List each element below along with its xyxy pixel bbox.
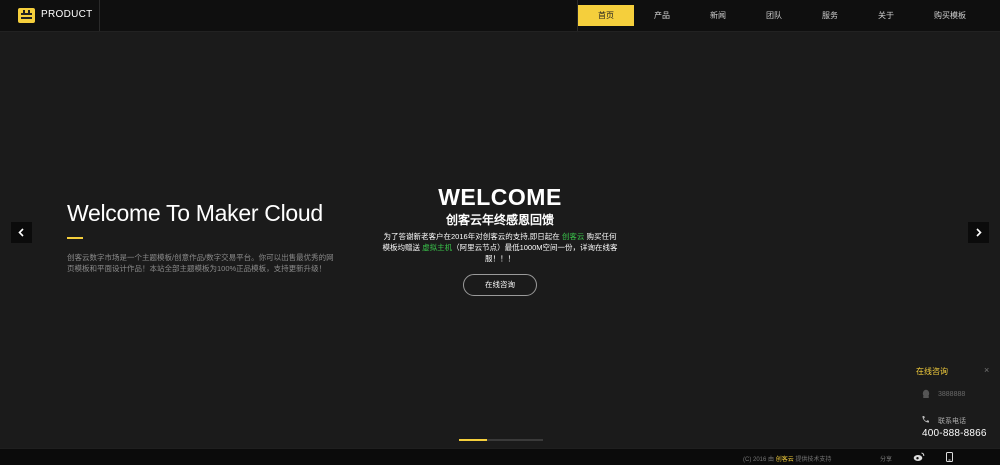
copyright-suffix: 提供技术支持 <box>795 457 832 463</box>
panel-title: 在线咨询 <box>916 367 948 376</box>
promo-text: 为了答谢新老客户在2016年对创客云的支持,即日起在 创客云 购买任何模板均赠送… <box>380 231 620 264</box>
hero-left-title: Welcome To Maker Cloud <box>67 200 323 226</box>
weibo-icon[interactable] <box>913 452 925 462</box>
box-logo-icon <box>18 8 35 23</box>
consult-button[interactable]: 在线咨询 <box>463 274 537 296</box>
nav-item-products[interactable]: 产品 <box>634 0 690 31</box>
chevron-left-icon <box>18 228 24 237</box>
slider-pagination <box>459 439 543 441</box>
hero-left-description: 创客云数字市场是一个主题模板/创意作品/数字交易平台。你可以出售最优秀的网页模板… <box>67 253 334 273</box>
copyright-prefix: (C) 2016 由 <box>743 457 775 463</box>
phone-label: 联系电话 <box>938 418 966 425</box>
brand-name: PRODUCT <box>41 9 93 20</box>
slide-dot[interactable] <box>459 439 487 441</box>
qq-number[interactable]: 3888888 <box>938 391 965 398</box>
slide-dot[interactable] <box>515 439 543 441</box>
promo-text-part: 为了答谢新老客户在2016年对创客云的支持,即日起在 <box>383 232 560 241</box>
top-navbar: PRODUCT 首页 产品 新闻 团队 服务 关于 购买模板 <box>0 0 1000 32</box>
phone-number: 400-888-8866 <box>922 428 987 439</box>
mobile-icon[interactable] <box>946 452 953 462</box>
brand[interactable]: PRODUCT <box>0 0 100 31</box>
promo-text-part: （阿里云节点）最低1000M空间一份，详询在线客服！！！ <box>452 243 618 263</box>
footer-copyright: (C) 2016 由 创客云 提供技术支持 <box>743 454 831 463</box>
accent-divider <box>67 237 83 239</box>
footer: (C) 2016 由 创客云 提供技术支持 分享 <box>0 448 1000 465</box>
qq-icon[interactable] <box>921 389 931 399</box>
close-icon[interactable]: × <box>984 365 989 375</box>
online-consult-panel: 在线咨询 × 3888888 联系电话 400-888-8866 <box>904 356 1000 448</box>
nav-item-news[interactable]: 新闻 <box>690 0 746 31</box>
promo-highlight-host[interactable]: 虚拟主机 <box>422 243 452 252</box>
panel-header: 在线咨询 × <box>904 356 1000 382</box>
welcome-heading: WELCOME <box>438 184 562 210</box>
slider-prev-button[interactable] <box>11 222 32 243</box>
nav-item-home[interactable]: 首页 <box>578 5 634 26</box>
nav-item-services[interactable]: 服务 <box>802 0 858 31</box>
nav-item-team[interactable]: 团队 <box>746 0 802 31</box>
main-nav: 首页 产品 新闻 团队 服务 关于 购买模板 <box>577 0 986 31</box>
share-label: 分享 <box>880 457 893 463</box>
footer-brand-link[interactable]: 创客云 <box>776 457 794 463</box>
promo-highlight-brand[interactable]: 创客云 <box>562 232 585 241</box>
nav-item-buy-template[interactable]: 购买模板 <box>914 0 986 31</box>
promo-subtitle: 创客云年终感恩回馈 <box>445 213 554 227</box>
phone-icon <box>922 416 929 423</box>
nav-item-about[interactable]: 关于 <box>858 0 914 31</box>
slide-dot[interactable] <box>487 439 515 441</box>
chevron-right-icon <box>976 228 982 237</box>
slider-next-button[interactable] <box>968 222 989 243</box>
